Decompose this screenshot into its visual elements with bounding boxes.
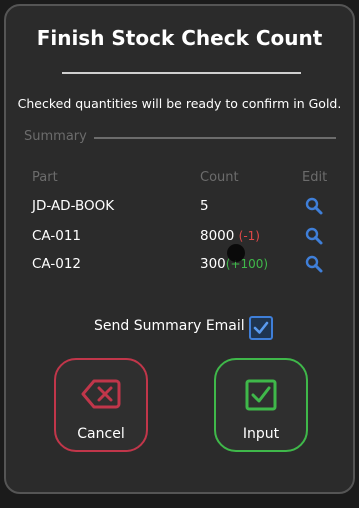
column-header-part: Part — [32, 170, 58, 185]
checkmark-icon — [253, 321, 269, 334]
input-button-label: Input — [242, 426, 280, 442]
row-count: 5 — [200, 198, 209, 214]
title-divider — [62, 72, 301, 74]
row-part: CA-011 — [32, 228, 82, 244]
send-summary-email-label: Send Summary Email — [94, 318, 245, 334]
table-row: JD-AD-BOOK 5 — [6, 196, 353, 220]
count-value: 300 — [200, 256, 226, 272]
screen-background: Finish Stock Check Count Checked quantit… — [0, 0, 359, 508]
dialog-title: Finish Stock Check Count — [36, 26, 323, 50]
edit-row-button[interactable] — [304, 254, 324, 274]
cancel-button-label: Cancel — [77, 426, 125, 442]
count-delta-negative: (-1) — [238, 229, 260, 243]
finish-stock-check-dialog: Finish Stock Check Count Checked quantit… — [4, 4, 355, 494]
touch-cursor — [227, 244, 245, 262]
row-part: CA-012 — [32, 256, 82, 272]
edit-row-button[interactable] — [304, 196, 324, 216]
input-button[interactable]: Input — [214, 358, 308, 452]
search-icon — [305, 227, 323, 245]
column-header-edit: Edit — [302, 170, 328, 185]
count-value: 5 — [200, 198, 209, 214]
summary-section-label: Summary — [24, 129, 87, 144]
search-icon — [305, 197, 323, 215]
dialog-message: Checked quantities will be ready to conf… — [17, 96, 342, 111]
search-icon — [305, 255, 323, 273]
row-count: 8000 (-1) — [200, 228, 260, 244]
table-row: CA-011 8000 (-1) — [6, 226, 353, 250]
check-square-icon — [244, 378, 278, 416]
count-value: 8000 — [200, 228, 235, 244]
cancel-button[interactable]: Cancel — [54, 358, 148, 452]
row-part: JD-AD-BOOK — [32, 198, 115, 214]
table-row: CA-012 300(+100) — [6, 254, 353, 278]
column-header-count: Count — [200, 170, 239, 185]
send-summary-email-checkbox[interactable] — [249, 316, 273, 340]
edit-row-button[interactable] — [304, 226, 324, 246]
backspace-x-icon — [81, 378, 121, 414]
summary-divider — [94, 137, 336, 139]
